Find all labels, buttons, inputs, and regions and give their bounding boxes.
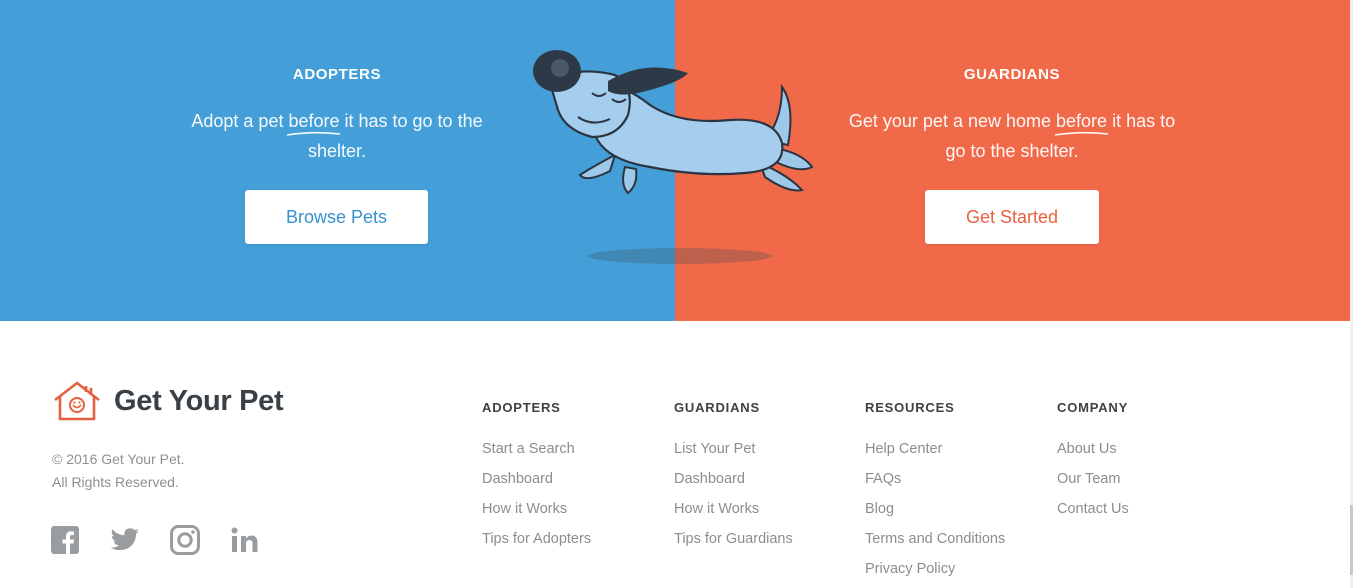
footer-column-title: GUARDIANS — [674, 400, 760, 415]
facebook-icon[interactable] — [50, 524, 80, 556]
footer-link[interactable]: FAQs — [865, 464, 1005, 494]
underline-swoosh — [1054, 131, 1109, 136]
footer-link[interactable]: Help Center — [865, 434, 1005, 464]
footer-link[interactable]: Dashboard — [674, 464, 793, 494]
footer-link[interactable]: Contact Us — [1057, 494, 1129, 524]
footer-link[interactable]: Blog — [865, 494, 1005, 524]
footer-link[interactable]: List Your Pet — [674, 434, 793, 464]
footer-link[interactable]: About Us — [1057, 434, 1129, 464]
twitter-icon[interactable] — [110, 524, 140, 556]
footer-column-company: COMPANY About Us Our Team Contact Us — [1057, 400, 1129, 524]
footer-link[interactable]: How it Works — [674, 494, 793, 524]
footer-link[interactable]: Tips for Adopters — [482, 524, 591, 554]
footer-link[interactable]: How it Works — [482, 494, 591, 524]
get-started-button[interactable]: Get Started — [925, 190, 1099, 244]
instagram-icon[interactable] — [170, 524, 200, 556]
footer-column-resources: RESOURCES Help Center FAQs Blog Terms an… — [865, 400, 1005, 584]
footer-logo[interactable]: Get Your Pet — [52, 380, 284, 422]
guardians-emphasis: before — [1056, 111, 1108, 131]
footer-column-title: ADOPTERS — [482, 400, 561, 415]
footer-link[interactable]: Terms and Conditions — [865, 524, 1005, 554]
guardians-heading: GUARDIANS — [963, 66, 1061, 83]
linkedin-icon[interactable] — [230, 524, 260, 556]
footer-column-title: COMPANY — [1057, 400, 1129, 415]
underline-swoosh — [287, 131, 341, 136]
hero-section: ADOPTERS Adopt a pet before it has to go… — [0, 0, 1350, 321]
browse-pets-button[interactable]: Browse Pets — [245, 190, 428, 244]
brand-name: Get Your Pet — [114, 384, 284, 417]
flying-dog-illustration — [533, 50, 814, 264]
copyright: © 2016 Get Your Pet. All Rights Reserved… — [52, 451, 185, 490]
house-logo-icon — [54, 381, 100, 421]
adopters-text: Adopt a pet before it has to go to the s… — [191, 111, 483, 161]
footer-column-guardians: GUARDIANS List Your Pet Dashboard How it… — [674, 400, 793, 554]
guardians-text: Get your pet a new home before it has to… — [848, 111, 1176, 161]
footer-link[interactable]: Start a Search — [482, 434, 591, 464]
footer-link[interactable]: Privacy Policy — [865, 554, 1005, 584]
adopters-heading: ADOPTERS — [292, 66, 382, 83]
adopters-emphasis: before — [288, 111, 340, 131]
footer-link[interactable]: Tips for Guardians — [674, 524, 793, 554]
footer-column-title: RESOURCES — [865, 400, 955, 415]
social-links — [50, 524, 260, 556]
footer-column-adopters: ADOPTERS Start a Search Dashboard How it… — [482, 400, 591, 554]
footer-link[interactable]: Our Team — [1057, 464, 1129, 494]
footer-link[interactable]: Dashboard — [482, 464, 591, 494]
